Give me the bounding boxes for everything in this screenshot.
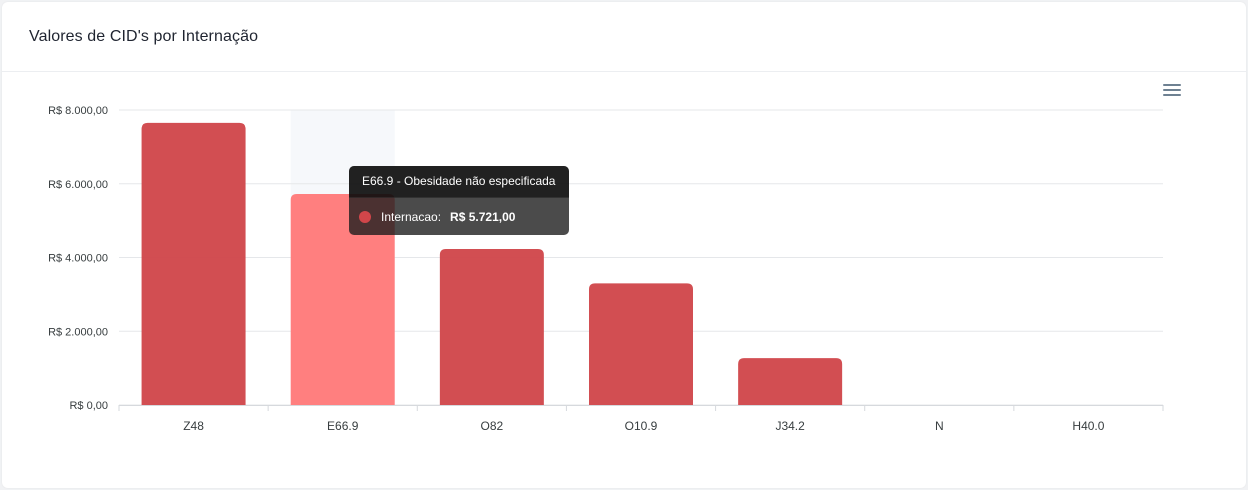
x-tick-label: E66.9 [327,419,359,433]
bar-o82[interactable] [439,249,544,405]
chart-tooltip: E66.9 - Obesidade não especificada Inter… [349,166,569,235]
bar-j34-2[interactable] [738,358,843,405]
bar-chart: R$ 0,00 R$ 2.000,00 R$ 4.000,00 R$ 6.000,00… [48,105,1164,433]
bar-z48[interactable] [141,122,246,405]
x-tick-label: H40.0 [1072,419,1104,433]
y-tick-label: R$ 2.000,00 [48,326,108,338]
bar-o10-9[interactable] [589,283,693,405]
hamburger-menu-icon[interactable] [1163,84,1181,98]
x-tick-label: O10.9 [625,419,658,433]
x-tick-label: N [935,419,944,433]
x-tick-label: Z48 [183,419,204,433]
tooltip-value: R$ 5.721,00 [450,210,516,224]
y-tick-label: R$ 4.000,00 [48,253,108,265]
series-marker-icon [359,211,371,223]
x-tick-label: O82 [481,419,504,433]
tooltip-series-label: Internacao: [381,210,442,224]
y-tick-label: R$ 6.000,00 [48,179,108,191]
y-tick-label: R$ 0,00 [69,400,108,412]
y-tick-label: R$ 8.000,00 [48,105,108,117]
tooltip-row: Internacao: R$ 5.721,00 [349,198,569,235]
tooltip-title: E66.9 - Obesidade não especificada [349,166,569,198]
x-tick-label: J34.2 [775,419,805,433]
